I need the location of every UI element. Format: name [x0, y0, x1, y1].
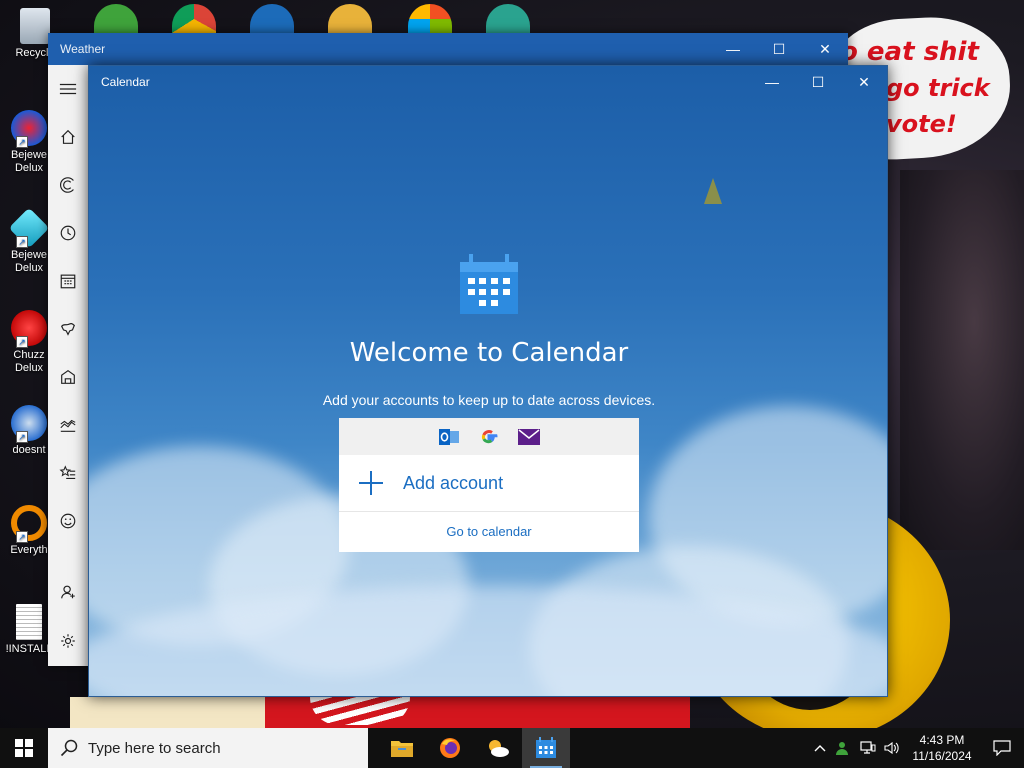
- mail-icon: [518, 426, 540, 448]
- wallpaper-strip: [70, 697, 265, 728]
- favorites-icon[interactable]: [48, 453, 88, 493]
- search-placeholder: Type here to search: [88, 739, 221, 757]
- file-explorer-icon: [391, 741, 413, 757]
- google-icon: [478, 426, 500, 448]
- taskbar-search-box[interactable]: Type here to search: [48, 728, 368, 768]
- system-tray: 4:43 PM 11/16/2024: [808, 728, 1024, 768]
- wallpaper-striped-ball: [310, 697, 410, 725]
- taskbar: Type here to search 4:43 PM 11/16/2024: [0, 728, 1024, 768]
- weather-titlebar[interactable]: Weather — ☐ ✕: [48, 33, 848, 65]
- plus-icon: [359, 471, 383, 495]
- taskbar-calendar[interactable]: [522, 728, 570, 768]
- smiley-icon[interactable]: [48, 501, 88, 541]
- add-account-label: Add account: [403, 472, 504, 493]
- shortcut-arrow-icon: ↗: [16, 336, 28, 348]
- text-file-icon: [16, 604, 42, 640]
- calendar-app-icon: [460, 254, 518, 314]
- taskbar-firefox[interactable]: [426, 728, 474, 768]
- taskbar-file-explorer[interactable]: [378, 728, 426, 768]
- clock-date: 11/16/2024: [912, 749, 972, 763]
- window-title: Weather: [60, 42, 106, 56]
- desktop-icon-chuzzle[interactable]: ↗ Chuzz Delux: [4, 310, 54, 375]
- start-button[interactable]: [0, 728, 48, 768]
- calendar-window: Calendar — ☐ ✕ Welcome to Calendar Add y…: [88, 65, 888, 697]
- window-title: Calendar: [101, 75, 150, 89]
- home-icon[interactable]: [48, 117, 88, 157]
- ski-resort-icon[interactable]: [48, 357, 88, 397]
- recycle-bin-icon: [20, 8, 50, 44]
- windows-logo-icon: [15, 739, 33, 757]
- firefox-icon: [440, 738, 460, 758]
- settings-icon[interactable]: [48, 621, 88, 661]
- calendar-icon: [536, 737, 556, 758]
- desktop-icon-bejeweled-1[interactable]: ↗ Bejewe Delux: [4, 110, 54, 175]
- desktop-icon-label: Bejewe Delux: [10, 149, 48, 174]
- clock-time: 4:43 PM: [919, 733, 965, 747]
- desktop-icon-bejeweled-2[interactable]: ↗ Bejewe Delux: [4, 207, 54, 275]
- network-icon[interactable]: [856, 728, 880, 768]
- wallpaper-tree: [900, 170, 1024, 550]
- shortcut-arrow-icon: ↗: [16, 531, 28, 543]
- diamond-icon: [8, 207, 50, 249]
- clock-icon[interactable]: [48, 213, 88, 253]
- taskbar-weather[interactable]: [474, 728, 522, 768]
- calendar-grid-icon[interactable]: [48, 261, 88, 301]
- desktop-icon-label: Chuzz Delux: [13, 349, 45, 374]
- add-account-button[interactable]: Add account: [339, 455, 639, 512]
- welcome-subtitle: Add your accounts to keep up to date acr…: [322, 392, 656, 408]
- shortcut-arrow-icon: ↗: [16, 136, 28, 148]
- close-button[interactable]: ✕: [802, 33, 848, 65]
- maps-icon[interactable]: [48, 309, 88, 349]
- shortcut-arrow-icon: ↗: [16, 431, 28, 443]
- desktop-icon-label: Everyth: [10, 544, 48, 556]
- calendar-welcome-panel: Welcome to Calendar Add your accounts to…: [89, 66, 887, 696]
- historical-chart-icon[interactable]: [48, 405, 88, 445]
- taskbar-clock[interactable]: 4:43 PM 11/16/2024: [904, 732, 980, 764]
- weather-icon: [489, 740, 509, 757]
- desktop-icon-label: doesnt: [12, 444, 46, 456]
- volume-icon[interactable]: [880, 728, 904, 768]
- chevron-up-icon[interactable]: [808, 728, 832, 768]
- provider-row: [339, 418, 639, 455]
- account-card: Add account Go to calendar: [339, 418, 639, 552]
- shortcut-arrow-icon: ↗: [16, 236, 28, 248]
- people-tray-icon[interactable]: [832, 728, 856, 768]
- desktop-icon-install[interactable]: !INSTALL: [4, 604, 54, 656]
- account-icon[interactable]: [48, 572, 88, 612]
- weather-nav-rail: [48, 65, 88, 666]
- notification-center-icon[interactable]: [980, 728, 1024, 768]
- minimize-button[interactable]: —: [749, 66, 795, 98]
- close-button[interactable]: ✕: [841, 66, 887, 98]
- forecast-icon[interactable]: [48, 165, 88, 205]
- search-icon: [60, 739, 78, 757]
- minimize-button[interactable]: —: [710, 33, 756, 65]
- go-to-calendar-link[interactable]: Go to calendar: [339, 512, 639, 550]
- calendar-titlebar[interactable]: Calendar — ☐ ✕: [89, 66, 887, 98]
- wallpaper-text-line-1: o eat shit: [840, 37, 979, 67]
- maximize-button[interactable]: ☐: [756, 33, 802, 65]
- hamburger-icon[interactable]: [48, 69, 88, 109]
- desktop-icon-everything[interactable]: ↗ Everyth: [4, 505, 54, 557]
- maximize-button[interactable]: ☐: [795, 66, 841, 98]
- desktop-icon-label: Bejewe Delux: [10, 249, 48, 274]
- desktop-icon-doesnt[interactable]: ↗ doesnt: [4, 405, 54, 457]
- desktop-icon-label: !INSTALL: [5, 643, 53, 655]
- outlook-icon: [438, 426, 460, 448]
- welcome-heading: Welcome to Calendar: [349, 338, 629, 368]
